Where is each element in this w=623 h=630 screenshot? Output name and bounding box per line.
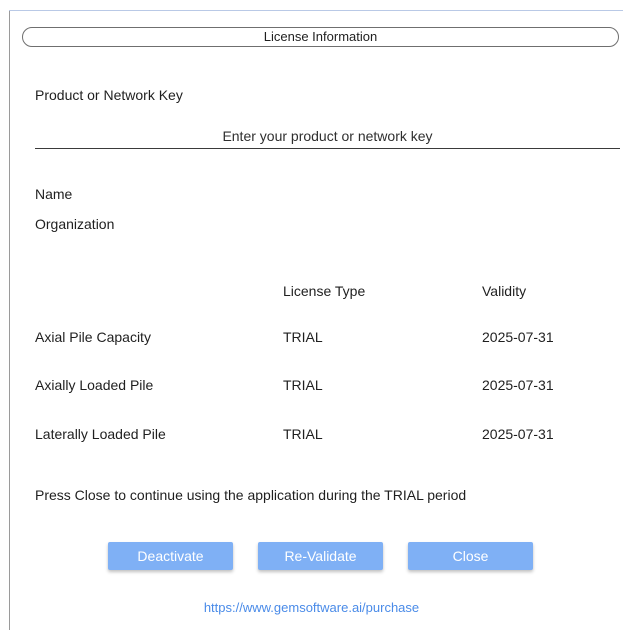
close-button[interactable]: Close [408,542,533,570]
product-key-input[interactable] [35,128,620,149]
purchase-link[interactable]: https://www.gemsoftware.ai/purchase [0,600,623,616]
validity-value: 2025-07-31 [482,377,554,393]
dialog-top-border [9,10,623,11]
organization-label: Organization [35,216,115,232]
license-type-value: TRIAL [283,426,323,442]
license-type-value: TRIAL [283,329,323,345]
dialog-title: License Information [22,27,619,47]
validity-value: 2025-07-31 [482,329,554,345]
license-type-header: License Type [283,283,366,299]
product-name: Axial Pile Capacity [35,329,151,345]
validity-header: Validity [482,283,527,299]
deactivate-button[interactable]: Deactivate [108,542,233,570]
trial-message: Press Close to continue using the applic… [35,487,467,503]
license-dialog: License Information Product or Network K… [0,0,623,630]
name-label: Name [35,186,73,202]
validity-value: 2025-07-31 [482,426,554,442]
license-type-value: TRIAL [283,377,323,393]
product-name: Laterally Loaded Pile [35,426,166,442]
dialog-left-border [9,10,10,630]
product-name: Axially Loaded Pile [35,377,154,393]
product-key-label: Product or Network Key [35,87,183,103]
revalidate-button[interactable]: Re-Validate [258,542,383,570]
